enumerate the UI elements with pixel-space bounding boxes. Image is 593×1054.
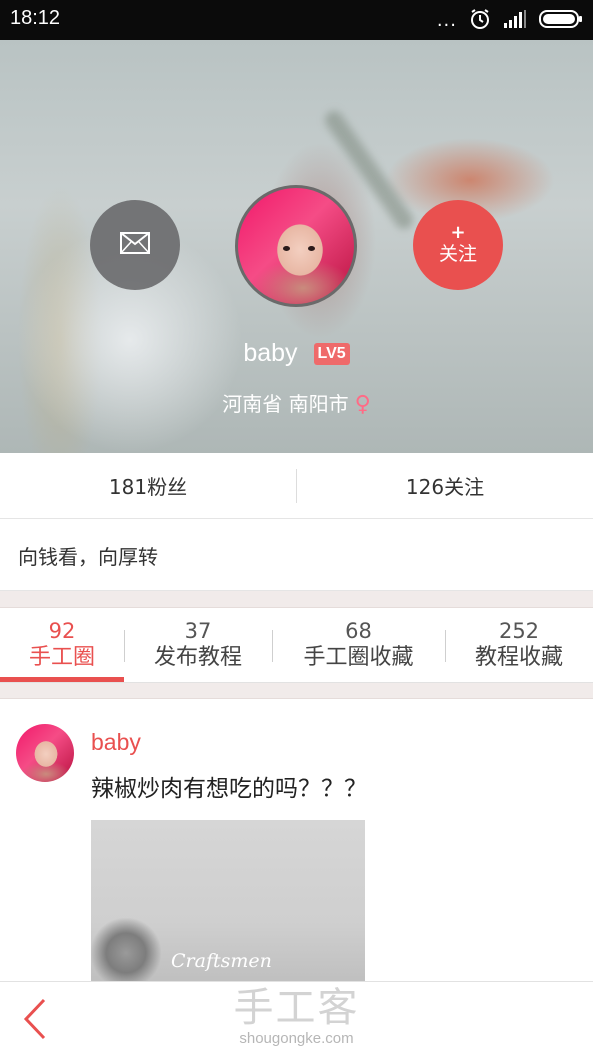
tab-label: 发布教程	[153, 645, 242, 670]
tab-published-tutorials[interactable]: 37 发布教程	[124, 608, 272, 682]
section-divider	[0, 683, 593, 699]
profile-tabs: 92 手工圈 37 发布教程 68 手工圈收藏 252 教程收藏	[0, 608, 593, 683]
post-username[interactable]: baby	[91, 729, 141, 756]
follow-button[interactable]: + 关注	[413, 200, 503, 290]
profile-header: + 关注 baby LV5 河南省 南阳市 ♀	[0, 40, 593, 453]
level-badge: LV5	[313, 343, 350, 365]
image-watermark: Craftsmen	[171, 950, 272, 972]
status-icons: ...	[437, 8, 583, 34]
profile-avatar[interactable]	[235, 185, 357, 307]
profile-location-row: 河南省 南阳市 ♀	[0, 388, 593, 417]
tab-label: 教程收藏	[474, 645, 563, 670]
post-image[interactable]: Craftsmen	[91, 820, 365, 981]
tab-handcraft-circle[interactable]: 92 手工圈	[0, 608, 124, 682]
tab-count: 68	[345, 619, 372, 643]
signal-icon	[503, 10, 527, 32]
message-button[interactable]	[90, 200, 180, 290]
post-avatar[interactable]	[16, 724, 74, 782]
profile-signature: 向钱看，向厚转	[0, 519, 593, 591]
brand-logo: 手工客 shougongke.com	[0, 986, 593, 1048]
follow-label: 关注	[438, 243, 477, 265]
status-bar: 18:12 ...	[0, 0, 593, 40]
tab-label: 手工圈收藏	[303, 645, 414, 670]
envelope-icon	[120, 232, 150, 258]
following-count[interactable]: 126关注	[297, 471, 593, 500]
gender-female-icon: ♀	[354, 392, 371, 417]
profile-name-row: baby LV5	[0, 338, 593, 368]
brand-name: 手工客	[233, 985, 360, 1031]
follow-plus: +	[450, 222, 466, 243]
tab-count: 37	[184, 619, 212, 643]
battery-icon	[539, 9, 583, 33]
tab-tutorial-favorites[interactable]: 252 教程收藏	[445, 608, 593, 682]
tab-separator	[445, 630, 446, 662]
tab-count: 252	[498, 619, 540, 643]
profile-name: baby	[243, 339, 298, 367]
post-image-flower	[91, 918, 161, 981]
more-dots: ...	[436, 10, 457, 31]
post-item[interactable]: baby 辣椒炒肉有想吃的吗？？？ Craftsmen	[0, 699, 593, 981]
tab-separator	[124, 630, 125, 662]
brand-url: shougongke.com	[239, 1030, 354, 1047]
alarm-icon	[469, 8, 491, 34]
avatar-eye	[283, 246, 290, 251]
profile-stats: 181粉丝 126关注	[0, 453, 593, 519]
fans-count[interactable]: 181粉丝	[0, 471, 296, 500]
section-divider	[0, 591, 593, 608]
bottom-bar: 手工客 shougongke.com	[0, 981, 593, 1054]
post-text: 辣椒炒肉有想吃的吗？？？	[91, 776, 367, 802]
tab-separator	[272, 630, 273, 662]
tab-count: 92	[48, 619, 76, 643]
tab-circle-favorites[interactable]: 68 手工圈收藏	[272, 608, 445, 682]
avatar-eye	[308, 246, 315, 251]
profile-location: 河南省 南阳市	[222, 392, 349, 416]
status-time: 18:12	[10, 7, 61, 29]
tab-label: 手工圈	[28, 645, 95, 670]
